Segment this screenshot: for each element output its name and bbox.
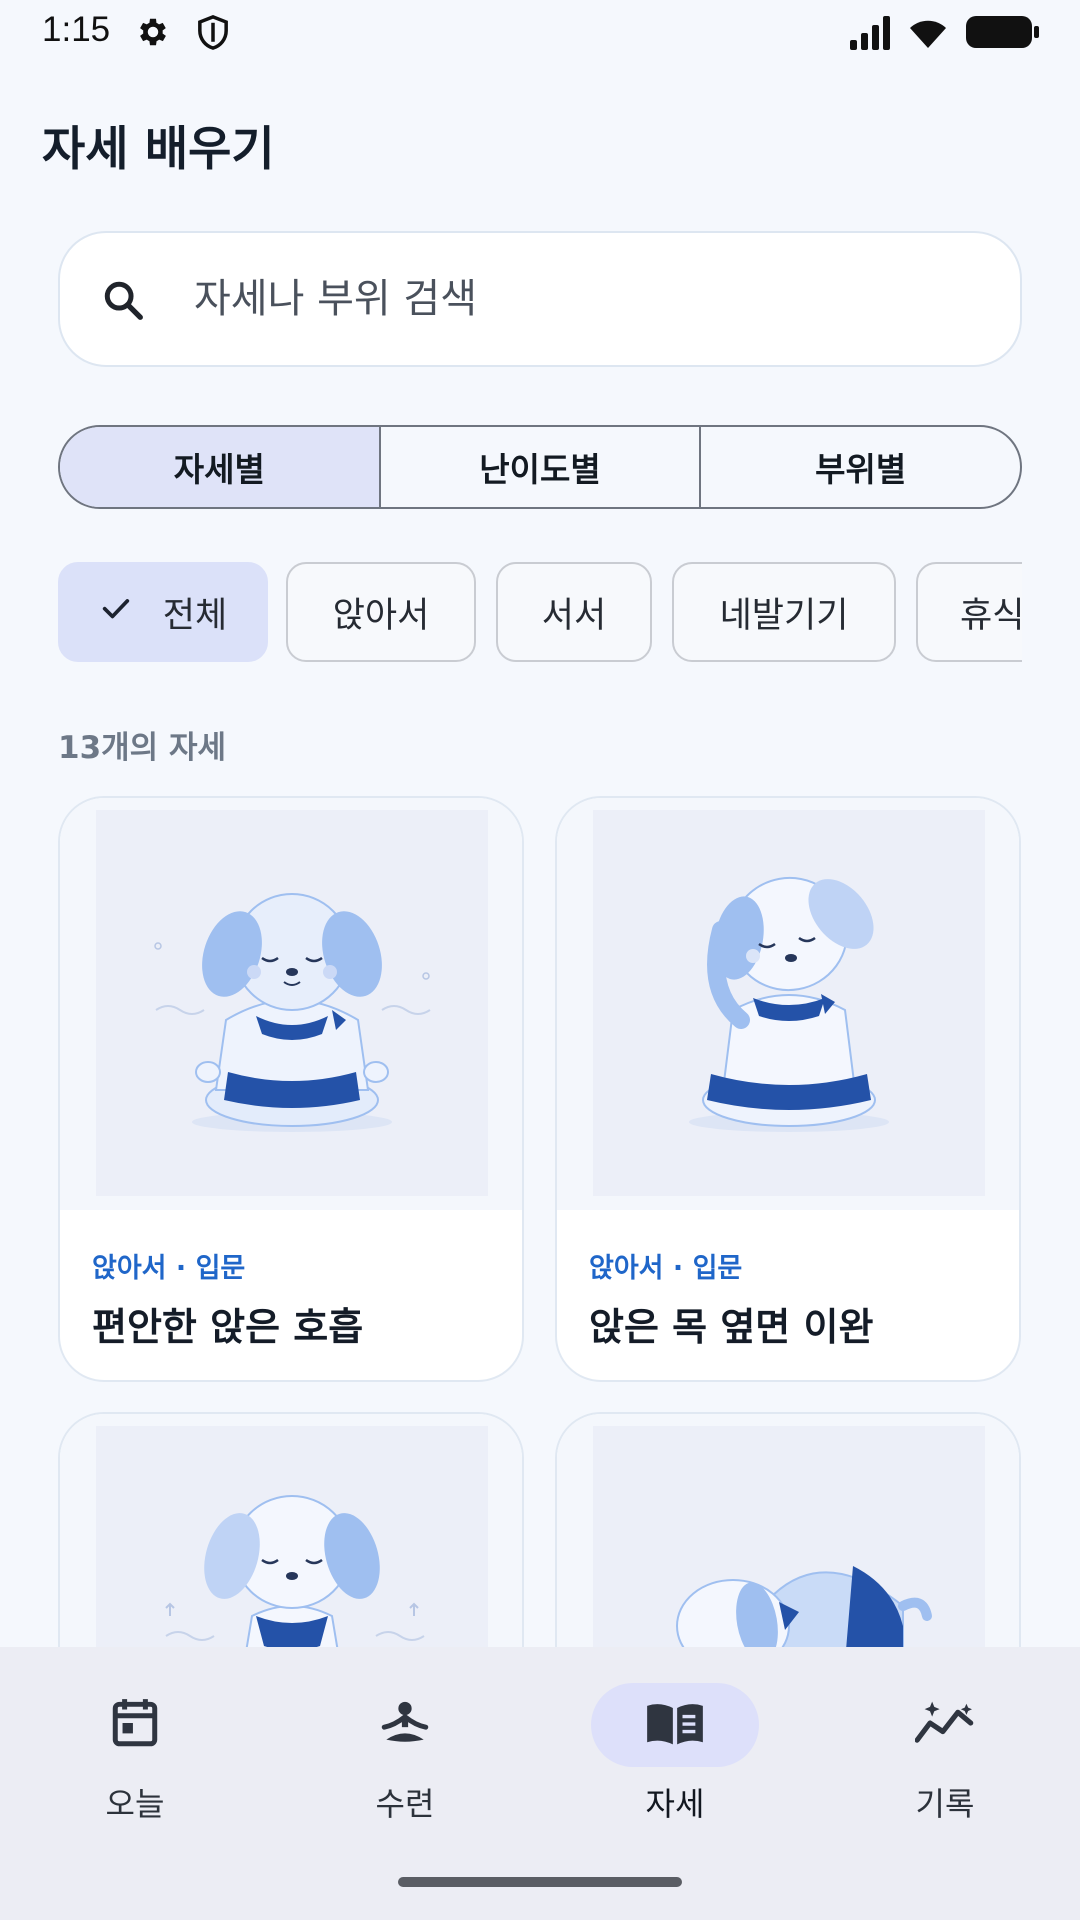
segment-by-difficulty[interactable]: 난이도별: [381, 427, 702, 507]
segment-by-body-part[interactable]: 부위별: [701, 427, 1020, 507]
chart-sparkle-icon: [914, 1699, 975, 1751]
meditation-icon: [378, 1698, 432, 1752]
chip-seated[interactable]: 앉아서: [286, 562, 476, 662]
calendar-icon: [110, 1696, 160, 1754]
nav-pill: [51, 1683, 219, 1767]
chip-label: 전체: [162, 595, 228, 636]
nav-records[interactable]: 기록: [845, 1683, 1045, 1833]
nav-practice[interactable]: 수련: [305, 1683, 505, 1833]
battery-icon: [966, 16, 1039, 48]
nav-label: 오늘: [105, 1785, 165, 1823]
home-indicator[interactable]: [398, 1877, 682, 1887]
segment-by-pose[interactable]: 자세별: [60, 427, 381, 507]
wifi-icon: [910, 20, 946, 48]
search-icon: [100, 277, 146, 327]
search-input[interactable]: [194, 263, 974, 335]
card-thumbnail-area: [60, 798, 522, 1210]
check-icon: [99, 591, 133, 634]
chip-label: 휴식: [960, 595, 1022, 636]
signal-icon: [850, 16, 890, 50]
card-meta: 앉아서 · 입문: [589, 1253, 743, 1284]
view-mode-segmented-control: 자세별 난이도별 부위별: [58, 425, 1022, 509]
card-meta: 앉아서 · 입문: [92, 1253, 246, 1284]
chip-label: 서서: [541, 595, 607, 636]
chip-standing[interactable]: 서서: [496, 562, 652, 662]
filter-chips: 전체 앉아서 서서 네발기기 휴식: [58, 562, 1022, 662]
status-right-icons: [850, 12, 1080, 56]
nav-label: 자세: [645, 1785, 705, 1823]
chip-all[interactable]: 전체: [58, 562, 268, 662]
card-title: 편안한 앉은 호흡: [92, 1305, 364, 1349]
chip-rest[interactable]: 휴식: [916, 562, 1022, 662]
nav-today[interactable]: 오늘: [35, 1683, 235, 1833]
status-time: 1:15: [42, 10, 111, 49]
chip-label: 네발기기: [719, 595, 849, 636]
gear-icon: [135, 14, 171, 54]
chip-label: 앉아서: [332, 595, 430, 636]
result-count: 13개의 자세: [58, 730, 227, 766]
nav-pill: [861, 1683, 1029, 1767]
card-title: 앉은 목 옆면 이완: [589, 1305, 874, 1349]
pose-card[interactable]: 앉아서 · 입문 편안한 앉은 호흡: [58, 796, 524, 1382]
puppy-meditation-illustration: [96, 810, 488, 1196]
pose-card[interactable]: 앉아서 · 입문 앉은 목 옆면 이완: [555, 796, 1021, 1382]
nav-poses[interactable]: 자세: [575, 1683, 775, 1833]
nav-pill: [321, 1683, 489, 1767]
status-bar: 1:15: [0, 0, 1080, 62]
shield-icon: [195, 14, 231, 56]
puppy-neck-stretch-illustration: [593, 810, 985, 1196]
nav-label: 수련: [375, 1785, 435, 1823]
nav-pill: [591, 1683, 759, 1767]
page-title: 자세 배우기: [42, 122, 275, 177]
nav-label: 기록: [915, 1785, 975, 1823]
card-thumbnail-area: [557, 798, 1019, 1210]
book-icon: [645, 1699, 705, 1751]
chip-all-fours[interactable]: 네발기기: [672, 562, 896, 662]
search-bar[interactable]: [58, 231, 1022, 367]
